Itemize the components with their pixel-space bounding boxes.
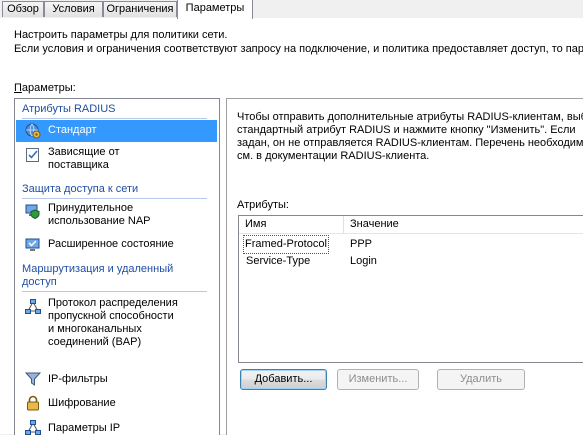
network-nodes-icon: [25, 420, 41, 435]
tab-conditions[interactable]: Условия: [44, 1, 103, 17]
row-value-cell: PPP: [350, 238, 373, 250]
nav-item-extended-state-label: Расширенное состояние: [48, 238, 174, 250]
nav-item-nap-enforcement[interactable]: Принудительное использование NAP: [16, 201, 217, 231]
group-network-access-protection-label: Защита доступа к сети: [22, 183, 139, 195]
nav-item-bap[interactable]: Протокол распределения пропускной способ…: [16, 297, 217, 353]
nav-item-ip-settings-label: Параметры IP: [48, 422, 121, 434]
attributes-list-header: Имя Значение: [239, 216, 583, 234]
settings-label: Параметры:: [14, 82, 76, 94]
nav-item-encryption-label: Шифрование: [48, 397, 116, 409]
row-name-cell: Service-Type: [246, 255, 311, 267]
details-description-line-1: Чтобы отправить дополнительные атрибуты …: [237, 111, 583, 123]
row-value-cell: Login: [350, 255, 377, 267]
tab-strip: Обзор Условия Ограничения Параметры: [0, 0, 583, 19]
globe-gear-icon: [25, 123, 41, 139]
attributes-label: Атрибуты:: [237, 199, 289, 211]
settings-nav-pane: Атрибуты RADIUS Стандарт Зависящие от по…: [14, 98, 220, 435]
row-name-cell: Framed-Protocol: [243, 235, 329, 254]
tab-constraints[interactable]: Ограничения: [103, 1, 177, 17]
network-nodes-icon: [25, 299, 41, 314]
nav-item-bap-line-4: соединений (BAP): [48, 336, 142, 348]
nav-item-extended-state[interactable]: Расширенное состояние: [16, 235, 217, 255]
group-network-access-protection: Защита доступа к сети: [22, 183, 207, 199]
table-row[interactable]: Framed-Protocol PPP: [239, 235, 583, 254]
nav-item-ip-filters[interactable]: IP-фильтры: [16, 370, 217, 390]
details-description-line-3: задан, он не отправляется RADIUS-клиента…: [237, 137, 583, 149]
nav-item-vendor-specific-label: Зависящие от поставщика: [48, 146, 120, 172]
nav-item-vendor-specific[interactable]: Зависящие от поставщика: [16, 145, 217, 175]
nav-item-bap-line-3: и многоканальных: [48, 323, 142, 335]
nav-item-encryption[interactable]: Шифрование: [16, 394, 217, 414]
nav-item-nap-enforcement-line-2: использование NAP: [48, 215, 151, 227]
group-routing-remote-access-line-2: доступ: [22, 276, 57, 288]
group-routing-remote-access: Маршрутизация и удаленный доступ: [22, 263, 207, 292]
funnel-icon: [25, 372, 41, 386]
details-pane: Чтобы отправить дополнительные атрибуты …: [226, 98, 583, 435]
nav-item-vendor-specific-line-2: поставщика: [48, 159, 109, 171]
details-description: Чтобы отправить дополнительные атрибуты …: [237, 111, 583, 163]
page-intro: Настроить параметры для политики сети. Е…: [14, 28, 583, 56]
nav-item-nap-enforcement-label: Принудительное использование NAP: [48, 202, 151, 228]
settings-label-text: араметры:: [21, 82, 76, 94]
column-header-name[interactable]: Имя: [239, 216, 343, 233]
nav-item-ip-settings[interactable]: Параметры IP: [16, 419, 217, 435]
nav-item-ip-filters-label: IP-фильтры: [48, 373, 108, 385]
computer-shield-icon: [25, 204, 40, 219]
add-button[interactable]: Добавить...: [240, 369, 327, 390]
tab-overview[interactable]: Обзор: [2, 1, 44, 17]
intro-line-2: Если условия и ограничения соответствуют…: [14, 43, 583, 55]
nav-item-vendor-specific-line-1: Зависящие от: [48, 146, 120, 158]
checklist-icon: [26, 148, 39, 162]
intro-line-1: Настроить параметры для политики сети.: [14, 29, 228, 41]
padlock-icon: [27, 395, 39, 411]
tab-settings[interactable]: Параметры: [177, 0, 253, 19]
attributes-list[interactable]: Имя Значение Framed-Protocol PPP Service…: [238, 215, 583, 363]
edit-button[interactable]: Изменить...: [337, 369, 419, 390]
nav-item-nap-enforcement-line-1: Принудительное: [48, 202, 134, 214]
remove-button[interactable]: Удалить: [437, 369, 525, 390]
nav-item-bap-line-2: пропускной способности: [48, 310, 174, 322]
settings-label-accel: П: [14, 82, 22, 94]
details-description-line-4: см. в документации RADIUS-клиента.: [237, 150, 430, 162]
group-radius-attributes: Атрибуты RADIUS: [22, 103, 207, 119]
nav-item-standard[interactable]: Стандарт: [16, 120, 217, 142]
column-header-value[interactable]: Значение: [344, 216, 583, 233]
group-radius-attributes-label: Атрибуты RADIUS: [22, 103, 116, 115]
details-description-line-2: стандартный атрибут RADIUS и нажмите кно…: [237, 124, 576, 136]
monitor-check-icon: [25, 238, 40, 251]
group-routing-remote-access-line-1: Маршрутизация и удаленный: [22, 263, 174, 275]
nav-item-bap-line-1: Протокол распределения: [48, 297, 178, 309]
settings-page: Настроить параметры для политики сети. Е…: [0, 18, 583, 435]
nav-item-bap-label: Протокол распределения пропускной способ…: [48, 297, 178, 349]
nav-item-standard-label: Стандарт: [48, 124, 97, 136]
table-row[interactable]: Service-Type Login: [239, 253, 583, 270]
